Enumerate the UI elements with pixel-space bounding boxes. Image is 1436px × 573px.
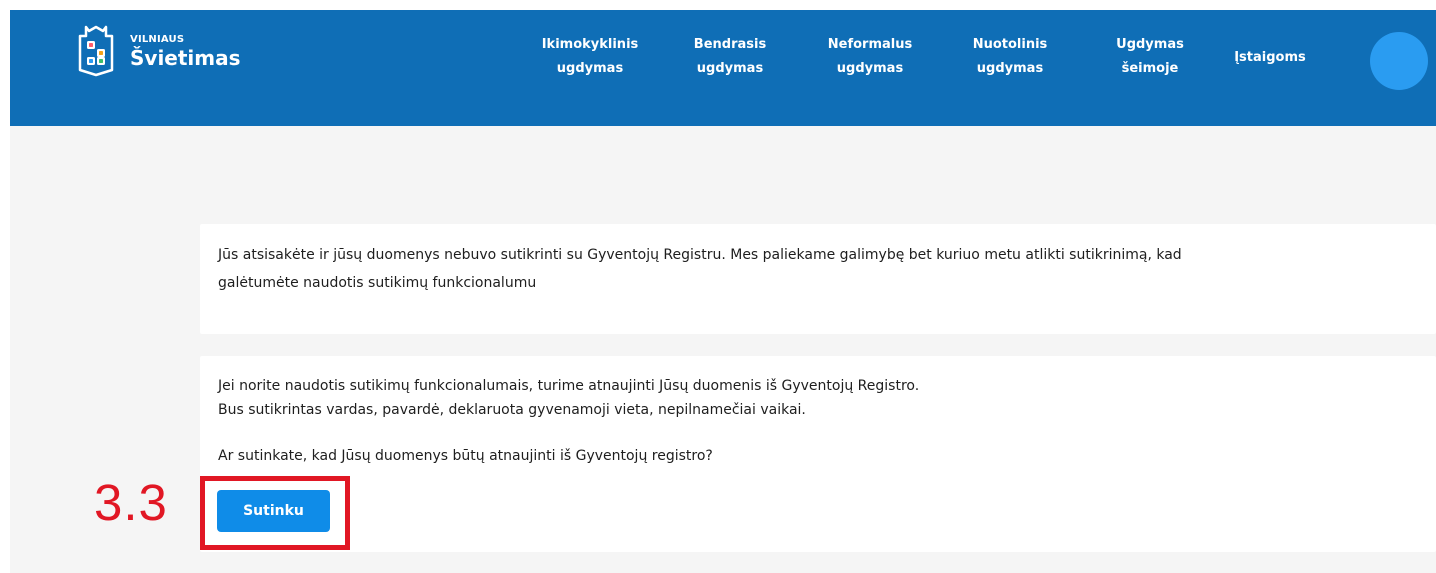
consent-question: Ar sutinkate, kad Jūsų duomenys būtų atn… [218, 448, 713, 464]
annotation-label: 3.3 [94, 474, 168, 531]
nav-item-remote-education-line-1: Nuotolinis [972, 37, 1048, 52]
avatar[interactable] [1370, 32, 1428, 90]
annotation-highlight-box [200, 476, 350, 550]
registry-decline-card: Jūs atsisakėte ir jūsų duomenys nebuvo s… [200, 224, 1436, 334]
nav-item-preschool-line-1: Ikimokyklinis [541, 37, 639, 52]
brand-text: VILNIAUS Švietimas [130, 34, 241, 70]
nav-item-general-education-line-1: Bendrasis [693, 37, 767, 52]
nav-item-general-education-line-2: ugdymas [696, 61, 764, 77]
nav-item-remote-education-line-2: ugdymas [976, 61, 1044, 77]
registry-consent-message: Jei norite naudotis sutikimų funkcionalu… [218, 374, 1398, 422]
registry-consent-line-2: Bus sutikrintas vardas, pavardė, deklaru… [218, 402, 806, 419]
school-cube-icon [78, 25, 114, 77]
nav-item-family-education-line-1: Ugdymas [1116, 37, 1184, 52]
nav-item-institutions-line-1: Įstaigoms [1234, 50, 1306, 65]
registry-consent-card: Jei norite naudotis sutikimų funkcionalu… [200, 356, 1436, 552]
brand-logo[interactable]: VILNIAUS Švietimas [76, 23, 241, 79]
nav-item-informal-education-line-1: Neformalus [827, 37, 913, 52]
nav-item-preschool[interactable]: Ikimokyklinis ugdymas [530, 33, 650, 81]
registry-decline-line-2: galėtumėte naudotis sutikimų funkcionalu… [218, 274, 537, 291]
brand-top-text: VILNIAUS [130, 34, 185, 45]
nav-item-remote-education[interactable]: Nuotolinis ugdymas [950, 33, 1070, 81]
nav-item-informal-education[interactable]: Neformalus ugdymas [810, 33, 930, 81]
brand-main-text: Švietimas [130, 46, 241, 70]
nav-item-family-education-line-2: šeimoje [1121, 61, 1179, 77]
registry-consent-line-1: Jei norite naudotis sutikimų funkcionalu… [218, 378, 920, 394]
top-header: VILNIAUS Švietimas Ikimokyklinis ugdymas… [10, 10, 1436, 126]
nav-item-family-education[interactable]: Ugdymas šeimoje [1090, 33, 1210, 81]
nav-item-preschool-line-2: ugdymas [556, 61, 624, 77]
registry-decline-line-1: Jūs atsisakėte ir jūsų duomenys nebuvo s… [218, 247, 1182, 263]
registry-decline-message: Jūs atsisakėte ir jūsų duomenys nebuvo s… [218, 242, 1412, 297]
nav-item-institutions[interactable]: Įstaigoms [1210, 46, 1330, 70]
nav-item-general-education[interactable]: Bendrasis ugdymas [670, 33, 790, 81]
nav-item-informal-education-line-2: ugdymas [836, 61, 904, 77]
